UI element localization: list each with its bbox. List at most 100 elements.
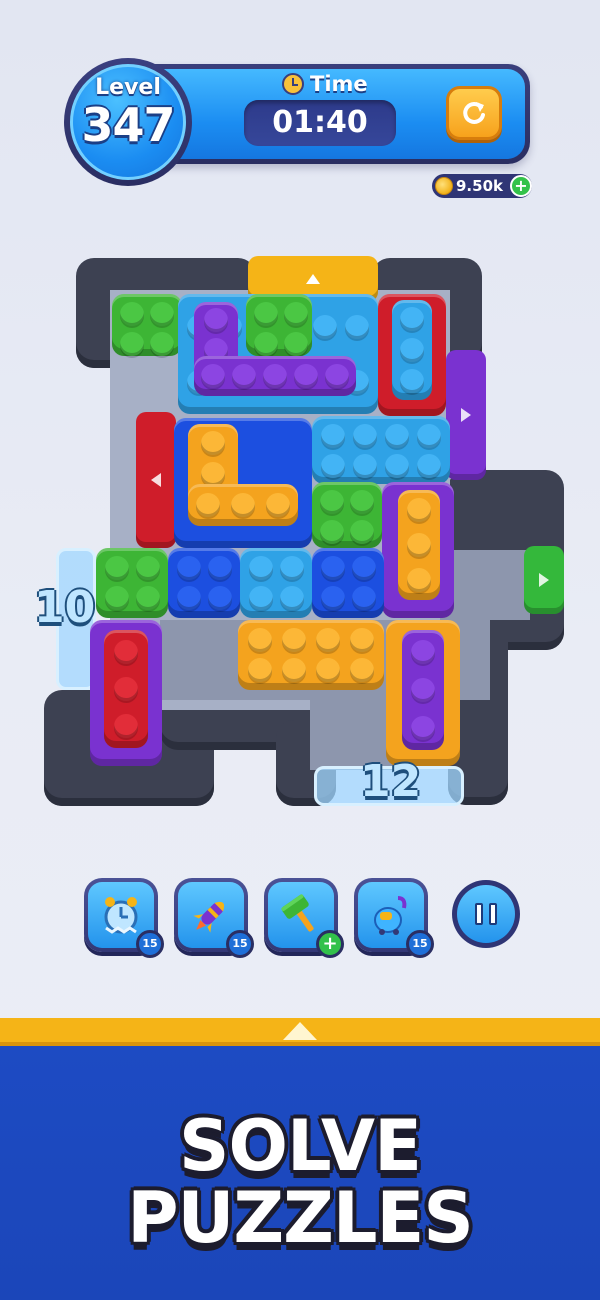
promo-banner: SOLVE PUZZLES [0, 1046, 600, 1300]
block-orange-vertical[interactable] [398, 490, 440, 600]
block-stud [104, 586, 129, 610]
block-stud [284, 302, 308, 326]
block-stud [350, 628, 374, 652]
block-stud [201, 430, 225, 455]
block-stud [350, 490, 374, 514]
booster-count: 15 [406, 930, 434, 958]
booster-freeze-clock[interactable]: 15 [84, 878, 164, 958]
block-red-vertical[interactable] [104, 630, 148, 748]
block-stud [345, 314, 370, 339]
block-purple-l-arm[interactable] [194, 356, 356, 396]
pause-icon [457, 885, 515, 943]
block-stud [282, 628, 306, 652]
booster-inner: 15 [358, 882, 434, 958]
block-stud [407, 498, 431, 523]
block-stud [114, 676, 138, 701]
block-stud [417, 424, 441, 448]
block-stud [325, 364, 350, 388]
block-stud [231, 364, 256, 388]
gate-left-red [136, 412, 176, 548]
block-stud [114, 639, 138, 664]
block-stud [120, 302, 144, 326]
rocket-icon [193, 901, 225, 933]
booster-hammer[interactable]: + [264, 878, 344, 958]
puzzle-board: 10 12 [0, 0, 600, 830]
hammer-icon [281, 894, 314, 932]
booster-count: 15 [136, 930, 164, 958]
block-stud [248, 658, 272, 682]
block-stud [351, 556, 376, 580]
block-stud [320, 490, 344, 514]
gate-right-green [524, 546, 564, 614]
up-arrow-icon [306, 274, 320, 284]
block-stud [114, 714, 138, 739]
block-stud [407, 532, 431, 557]
block-stud [279, 586, 304, 610]
block-stud [254, 302, 278, 326]
block-cyan-vertical[interactable] [392, 300, 432, 400]
block-green[interactable] [96, 548, 168, 618]
block-stud [207, 556, 232, 580]
block-green[interactable] [312, 482, 382, 548]
block-cyan[interactable] [240, 548, 312, 618]
block-stud [321, 424, 345, 448]
block-stud [353, 454, 377, 478]
block-stud [282, 658, 306, 682]
block-green[interactable] [246, 294, 312, 356]
block-stud [313, 314, 338, 339]
block-cyan-wide[interactable] [312, 416, 450, 484]
block-stud [353, 424, 377, 448]
block-stud [207, 586, 232, 610]
block-blue[interactable] [168, 548, 240, 618]
pause-bar [489, 903, 497, 925]
block-purple-vertical[interactable] [402, 630, 444, 750]
gate-right-purple [446, 350, 486, 480]
block-stud [248, 586, 273, 610]
block-stud [350, 520, 374, 544]
block-stud [104, 556, 129, 580]
block-stud [230, 493, 255, 517]
block-stud [320, 586, 345, 610]
promo-line-1: SOLVE [179, 1105, 422, 1187]
block-stud [316, 658, 340, 682]
block-stud [204, 308, 228, 332]
block-stud [385, 424, 409, 448]
block-stud [135, 586, 160, 610]
up-arrow-icon [283, 1022, 317, 1040]
booster-rocket[interactable]: 15 [174, 878, 254, 958]
block-stud [135, 556, 160, 580]
booster-inner: 15 [88, 882, 164, 958]
block-stud [284, 332, 308, 356]
block-stud [196, 493, 221, 517]
block-stud [150, 302, 174, 326]
block-stud [150, 332, 174, 356]
block-green[interactable] [112, 294, 182, 356]
block-stud [320, 520, 344, 544]
booster-vacuum[interactable]: 15 [354, 878, 434, 958]
vacuum-icon [374, 896, 407, 935]
block-stud [262, 364, 287, 388]
block-stud [120, 332, 144, 356]
block-stud [400, 369, 424, 394]
booster-count: 15 [226, 930, 254, 958]
left-gate-counter: 10 [34, 582, 96, 633]
left-arrow-icon [151, 473, 161, 487]
block-stud [248, 628, 272, 652]
booster-inner: + [268, 882, 344, 958]
block-stud [176, 586, 201, 610]
block-stud [411, 678, 435, 702]
block-orange-wide[interactable] [238, 620, 384, 690]
block-blue[interactable] [312, 548, 384, 618]
block-stud [417, 454, 441, 478]
booster-inner: 15 [178, 882, 254, 958]
block-stud [201, 461, 225, 486]
block-orange-l-arm[interactable] [188, 484, 298, 526]
pause-button[interactable] [452, 880, 520, 948]
pause-bar [475, 903, 483, 925]
block-stud [385, 454, 409, 478]
booster-add-button[interactable]: + [316, 930, 344, 958]
block-stud [321, 454, 345, 478]
block-stud [248, 556, 273, 580]
block-stud [411, 640, 435, 664]
frozen-clock-icon [104, 897, 138, 934]
